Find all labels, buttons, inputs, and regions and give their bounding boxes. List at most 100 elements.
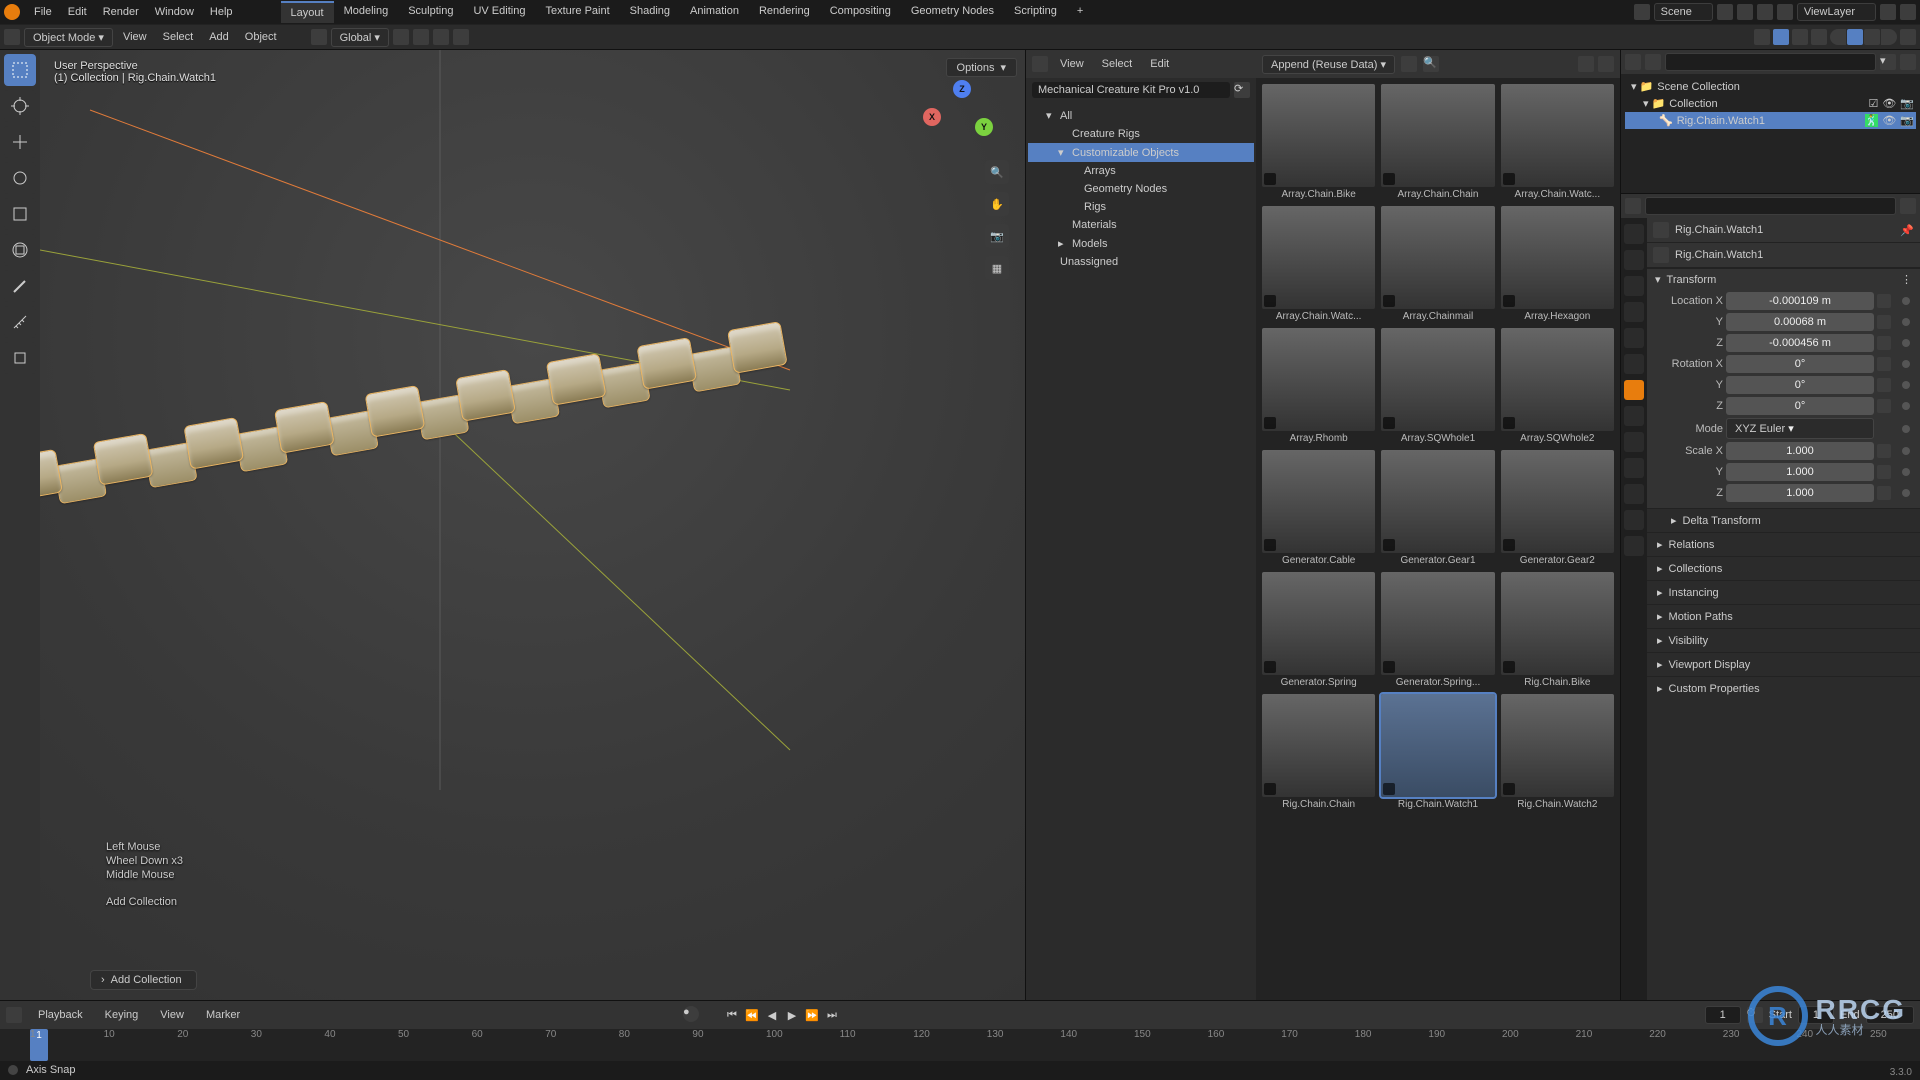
menu-file[interactable]: File (26, 6, 60, 18)
tab-rendering[interactable]: Rendering (749, 1, 820, 23)
ptab-constraints[interactable] (1624, 484, 1644, 504)
visibility-section[interactable]: ▸ Visibility (1647, 628, 1920, 652)
asset-hdr-select[interactable]: Select (1096, 56, 1139, 72)
tool-rotate[interactable] (4, 162, 36, 194)
asset-item[interactable]: Generator.Cable (1262, 450, 1375, 566)
snap-icon[interactable] (413, 29, 429, 45)
shading-rendered-icon[interactable] (1881, 29, 1897, 45)
lock-icon[interactable] (1877, 336, 1891, 350)
asset-item[interactable]: Array.Hexagon (1501, 206, 1614, 322)
tab-shading[interactable]: Shading (620, 1, 680, 23)
hdr-select[interactable]: Select (157, 29, 200, 45)
asset-library-dropdown[interactable]: Mechanical Creature Kit Pro v1.0 (1032, 82, 1230, 98)
add-workspace-button[interactable]: + (1067, 1, 1093, 23)
ptab-output[interactable] (1624, 250, 1644, 270)
hdr-view[interactable]: View (117, 29, 153, 45)
asset-item[interactable]: Generator.Gear2 (1501, 450, 1614, 566)
tool-measure[interactable] (4, 306, 36, 338)
asset-item[interactable]: Rig.Chain.Bike (1501, 572, 1614, 688)
asset-filter-icon[interactable] (1578, 56, 1594, 72)
visibility-icon[interactable] (1754, 29, 1770, 45)
anim-dot-icon[interactable] (1902, 489, 1910, 497)
outliner-mode-icon[interactable] (1645, 54, 1661, 70)
tool-cursor[interactable] (4, 90, 36, 122)
viewlayer-name-field[interactable]: ViewLayer (1797, 3, 1876, 21)
anim-dot-icon[interactable] (1902, 297, 1910, 305)
lock-icon[interactable] (1877, 444, 1891, 458)
motion-paths-section[interactable]: ▸ Motion Paths (1647, 604, 1920, 628)
timeline-editor-icon[interactable] (6, 1007, 22, 1023)
lock-icon[interactable] (1877, 294, 1891, 308)
asset-item[interactable]: Generator.Spring... (1381, 572, 1494, 688)
tool-transform[interactable] (4, 234, 36, 266)
outliner[interactable]: ▾ 📁 Scene Collection ▾ 📁 Collection ☑👁📷 … (1621, 74, 1920, 194)
lock-icon[interactable] (1877, 486, 1891, 500)
asset-thumb[interactable] (1501, 572, 1614, 675)
tab-animation[interactable]: Animation (680, 1, 749, 23)
asset-thumb[interactable] (1501, 328, 1614, 431)
tree-rigs[interactable]: Rigs (1028, 198, 1254, 216)
outliner-new-collection-icon[interactable] (1900, 54, 1916, 70)
hdr-object[interactable]: Object (239, 29, 283, 45)
xray-icon[interactable] (1811, 29, 1827, 45)
jump-start-icon[interactable]: ⏮ (723, 1006, 741, 1024)
overlay-icon[interactable] (1792, 29, 1808, 45)
instancing-section[interactable]: ▸ Instancing (1647, 580, 1920, 604)
rotation-y-field[interactable]: 0° (1726, 376, 1874, 394)
asset-item[interactable]: Array.Chain.Chain (1381, 84, 1494, 200)
asset-item[interactable]: Rig.Chain.Chain (1262, 694, 1375, 810)
orientation-dropdown[interactable]: Global ▾ (331, 28, 389, 47)
tl-playback[interactable]: Playback (32, 1007, 89, 1023)
asset-thumb[interactable] (1262, 206, 1375, 309)
tab-sculpting[interactable]: Sculpting (398, 1, 463, 23)
mode-dropdown[interactable]: Object Mode ▾ (24, 28, 113, 47)
asset-import-dropdown[interactable]: Append (Reuse Data) ▾ (1262, 55, 1395, 74)
ptab-world[interactable] (1624, 328, 1644, 348)
tree-creature-rigs[interactable]: Creature Rigs (1028, 125, 1254, 143)
asset-options-icon[interactable] (1598, 56, 1614, 72)
location-x-field[interactable]: -0.000109 m (1726, 292, 1874, 310)
scale-y-field[interactable]: 1.000 (1726, 463, 1874, 481)
anim-dot-icon[interactable] (1902, 360, 1910, 368)
tab-modeling[interactable]: Modeling (334, 1, 399, 23)
outliner-editor-icon[interactable] (1625, 54, 1641, 70)
asset-display-icon[interactable] (1401, 56, 1417, 72)
rotation-z-field[interactable]: 0° (1726, 397, 1874, 415)
asset-item[interactable]: Generator.Spring (1262, 572, 1375, 688)
asset-thumb[interactable] (1381, 572, 1494, 675)
asset-thumb[interactable] (1501, 694, 1614, 797)
asset-thumb[interactable] (1501, 206, 1614, 309)
pivot-icon[interactable] (393, 29, 409, 45)
asset-thumb[interactable] (1381, 694, 1494, 797)
anim-dot-icon[interactable] (1902, 447, 1910, 455)
relations-section[interactable]: ▸ Relations (1647, 532, 1920, 556)
viewlayer-new-icon[interactable] (1880, 4, 1896, 20)
asset-item[interactable]: Generator.Gear1 (1381, 450, 1494, 566)
ptab-physics[interactable] (1624, 458, 1644, 478)
menu-window[interactable]: Window (147, 6, 202, 18)
location-y-field[interactable]: 0.00068 m (1726, 313, 1874, 331)
asset-search-icon[interactable]: 🔍 (1423, 56, 1439, 72)
asset-item[interactable]: Rig.Chain.Watch2 (1501, 694, 1614, 810)
asset-thumb[interactable] (1381, 328, 1494, 431)
play-icon[interactable]: ▶ (783, 1006, 801, 1024)
lock-icon[interactable] (1877, 357, 1891, 371)
jump-end-icon[interactable]: ⏭ (823, 1006, 841, 1024)
tl-marker[interactable]: Marker (200, 1007, 246, 1023)
gizmo-icon[interactable] (1773, 29, 1789, 45)
asset-item[interactable]: Array.SQWhole1 (1381, 328, 1494, 444)
collections-section[interactable]: ▸ Collections (1647, 556, 1920, 580)
transform-sec-head[interactable]: ▾ Transform⋮ (1647, 269, 1920, 290)
asset-refresh-icon[interactable]: ⟳ (1234, 82, 1250, 98)
tool-add-cube[interactable] (4, 342, 36, 374)
asset-thumb[interactable] (1262, 694, 1375, 797)
current-frame-field[interactable]: 1 (1705, 1006, 1741, 1024)
tree-unassigned[interactable]: Unassigned (1028, 253, 1254, 271)
lock-icon[interactable] (1877, 399, 1891, 413)
editor-type-icon[interactable] (4, 29, 20, 45)
asset-editor-icon[interactable] (1032, 56, 1048, 72)
autokey-icon[interactable]: ● (683, 1006, 699, 1022)
asset-grid[interactable]: Array.Chain.BikeArray.Chain.ChainArray.C… (1256, 78, 1620, 1000)
properties-search-input[interactable] (1645, 197, 1896, 215)
tree-all[interactable]: ▾All (1028, 106, 1254, 125)
